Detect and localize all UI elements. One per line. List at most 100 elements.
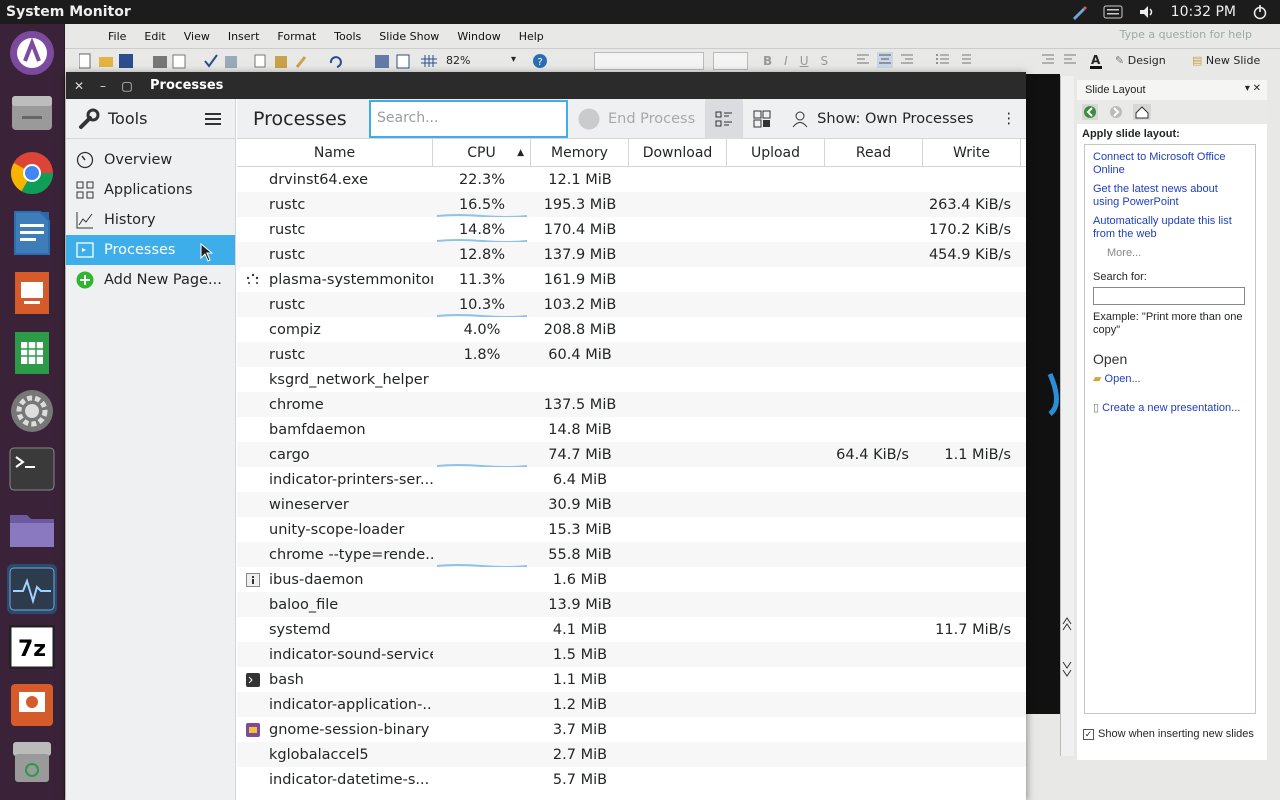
power-icon[interactable]: [1250, 4, 1270, 20]
volume-icon[interactable]: [1137, 4, 1157, 20]
column-write[interactable]: Write: [923, 139, 1021, 167]
slide-nav-arrows-icon[interactable]: [1061, 614, 1073, 684]
sidebar-item-processes[interactable]: Processes: [66, 235, 235, 265]
standard-toolbar-icons[interactable]: [79, 53, 559, 69]
dash-icon[interactable]: [7, 28, 57, 78]
chrome-icon[interactable]: [7, 148, 57, 198]
tp-link-update[interactable]: Automatically update this list from the …: [1093, 215, 1247, 241]
column-name[interactable]: Name: [237, 139, 433, 167]
font-name-box[interactable]: [594, 52, 704, 70]
tp-more[interactable]: More...: [1107, 247, 1247, 259]
table-row[interactable]: rustc 12.8% 137.9 MiB 454.9 KiB/s: [237, 242, 1026, 267]
table-row[interactable]: cargo 74.7 MiB 64.4 KiB/s 1.1 MiB/s: [237, 442, 1026, 467]
sidebar-item-add-page[interactable]: Add New Page...: [66, 265, 235, 295]
format-buttons[interactable]: BIUS: [763, 54, 828, 68]
menu-window[interactable]: Window: [448, 30, 509, 43]
keyboard-icon[interactable]: [1103, 4, 1123, 20]
table-row[interactable]: kglobalaccel5 2.7 MiB: [237, 742, 1026, 767]
clock[interactable]: 10:32 PM: [1171, 4, 1236, 20]
hamburger-menu-icon[interactable]: [205, 110, 221, 128]
tp-link-news[interactable]: Get the latest news about using PowerPoi…: [1093, 183, 1247, 209]
help-icon[interactable]: ?: [532, 53, 548, 69]
table-row[interactable]: indicator-application-... 1.2 MiB: [237, 692, 1026, 717]
sidebar-item-history[interactable]: History: [66, 205, 235, 235]
design-button[interactable]: ✎ Design: [1115, 54, 1166, 67]
impress-icon[interactable]: [7, 268, 57, 318]
maximize-icon[interactable]: ▢: [116, 75, 138, 97]
table-row[interactable]: ibus-daemon 1.6 MiB: [237, 567, 1026, 592]
home-icon[interactable]: [1133, 104, 1151, 120]
font-size-box[interactable]: [713, 52, 748, 70]
tree-view-button[interactable]: [705, 98, 744, 139]
menu-tools[interactable]: Tools: [325, 30, 370, 43]
tp-create-link[interactable]: ▯ Create a new presentation...: [1093, 402, 1247, 415]
column-download[interactable]: Download: [629, 139, 727, 167]
column-read[interactable]: Read: [825, 139, 923, 167]
zoom-value[interactable]: 82%: [446, 54, 470, 67]
close-icon[interactable]: ✕: [68, 75, 90, 97]
search-input[interactable]: Search...: [369, 99, 568, 138]
table-row[interactable]: bamfdaemon 14.8 MiB: [237, 417, 1026, 442]
calc-icon[interactable]: [7, 328, 57, 378]
table-row[interactable]: systemd 4.1 MiB 11.7 MiB/s: [237, 617, 1026, 642]
table-row[interactable]: chrome --type=rende... 55.8 MiB: [237, 542, 1026, 567]
menu-edit[interactable]: Edit: [135, 30, 174, 43]
table-row[interactable]: indicator-datetime-s... 5.7 MiB: [237, 767, 1026, 792]
table-row[interactable]: plasma-systemmonitor 11.3% 161.9 MiB: [237, 267, 1026, 292]
sidebar-item-applications[interactable]: Applications: [66, 175, 235, 205]
folder-icon[interactable]: [7, 504, 57, 554]
table-row[interactable]: chrome 137.5 MiB: [237, 392, 1026, 417]
sidebar-item-overview[interactable]: Overview: [66, 145, 235, 175]
indent-buttons[interactable]: [1040, 52, 1078, 68]
column-memory[interactable]: Memory: [531, 139, 629, 167]
table-row[interactable]: rustc 16.5% 195.3 MiB 263.4 KiB/s: [237, 192, 1026, 217]
overflow-menu-icon[interactable]: ⋮: [992, 99, 1027, 139]
minimize-icon[interactable]: –: [92, 75, 114, 97]
help-search-box[interactable]: Type a question for help: [1120, 28, 1252, 41]
table-row[interactable]: gnome-session-binary 3.7 MiB: [237, 717, 1026, 742]
files-drive-icon[interactable]: [7, 88, 57, 138]
menu-slideshow[interactable]: Slide Show: [370, 30, 448, 43]
window-titlebar[interactable]: ✕ – ▢ Processes: [66, 72, 1026, 99]
task-pane-close-icon[interactable]: ▾ ✕: [1245, 83, 1261, 94]
menu-insert[interactable]: Insert: [219, 30, 269, 43]
table-row[interactable]: rustc 14.8% 170.4 MiB 170.2 KiB/s: [237, 217, 1026, 242]
table-row[interactable]: rustc 1.8% 60.4 MiB: [237, 342, 1026, 367]
pen-icon[interactable]: [1069, 4, 1089, 20]
zoom-dropdown-arrow-icon[interactable]: ▾: [511, 54, 516, 65]
terminal-app-icon[interactable]: [7, 444, 57, 494]
menu-view[interactable]: View: [175, 30, 219, 43]
config-columns-button[interactable]: [743, 99, 781, 139]
end-process-button[interactable]: End Process: [568, 99, 705, 139]
list-buttons[interactable]: [935, 52, 973, 68]
tp-link-connect[interactable]: Connect to Microsoft Office Online: [1093, 151, 1247, 177]
table-row[interactable]: unity-scope-loader 15.3 MiB: [237, 517, 1026, 542]
powerpoint-icon[interactable]: [7, 680, 57, 730]
table-row[interactable]: indicator-printers-ser... 6.4 MiB: [237, 467, 1026, 492]
column-cpu[interactable]: CPU ▲: [433, 139, 531, 167]
tp-search-input[interactable]: [1093, 287, 1245, 305]
settings-icon[interactable]: [7, 386, 57, 436]
table-row[interactable]: drvinst64.exe 22.3% 12.1 MiB: [237, 167, 1026, 192]
table-row[interactable]: ksgrd_network_helper: [237, 367, 1026, 392]
back-icon[interactable]: [1082, 104, 1098, 120]
7zip-icon[interactable]: 7z: [7, 622, 57, 672]
new-slide-button[interactable]: ▤ New Slide: [1192, 54, 1260, 67]
table-row[interactable]: compiz 4.0% 208.8 MiB: [237, 317, 1026, 342]
tp-show-checkbox[interactable]: ✓ Show when inserting new slides: [1083, 728, 1254, 740]
column-upload[interactable]: Upload: [727, 139, 825, 167]
table-row[interactable]: wineserver 30.9 MiB: [237, 492, 1026, 517]
trash-icon[interactable]: [7, 738, 57, 788]
show-filter-dropdown[interactable]: Show: Own Processes: [781, 99, 983, 139]
menu-format[interactable]: Format: [268, 30, 325, 43]
tp-open-link[interactable]: ▰ Open...: [1093, 373, 1247, 386]
table-row[interactable]: bash 1.1 MiB: [237, 667, 1026, 692]
font-color-icon[interactable]: A: [1089, 52, 1111, 70]
writer-icon[interactable]: [7, 208, 57, 258]
menu-file[interactable]: File: [99, 30, 135, 43]
align-buttons[interactable]: [855, 52, 915, 68]
menu-help[interactable]: Help: [510, 30, 553, 43]
table-row[interactable]: indicator-sound-service 1.5 MiB: [237, 642, 1026, 667]
forward-icon[interactable]: [1110, 106, 1122, 118]
table-row[interactable]: baloo_file 13.9 MiB: [237, 592, 1026, 617]
